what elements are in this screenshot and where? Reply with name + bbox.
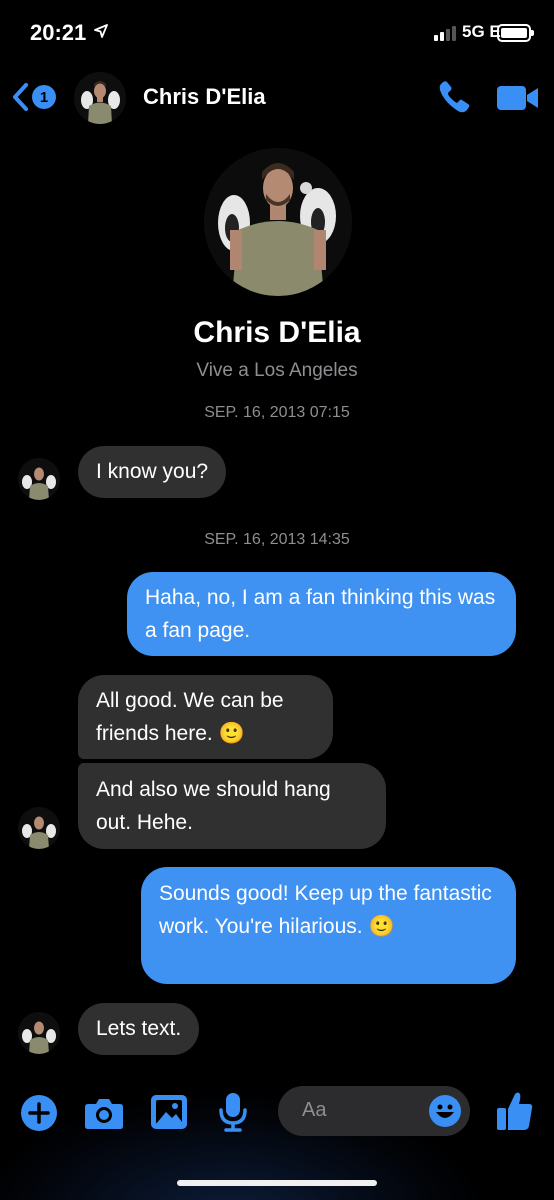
message-avatar[interactable]	[18, 807, 60, 849]
status-bar: 20:21 5G E	[0, 0, 554, 70]
plus-icon[interactable]	[20, 1094, 58, 1132]
message-avatar[interactable]	[18, 1012, 60, 1054]
incoming-message[interactable]: I know you?	[78, 446, 227, 498]
network-label: 5G E	[462, 22, 501, 41]
message-avatar[interactable]	[18, 458, 60, 500]
outgoing-message[interactable]: Sounds good! Keep up the fantastic work.…	[141, 867, 516, 984]
outgoing-message[interactable]: Haha, no, I am a fan thinking this was a…	[127, 572, 516, 656]
signal-icon	[434, 26, 456, 41]
emoji-icon[interactable]	[428, 1094, 462, 1128]
back-chevron-icon	[13, 83, 28, 111]
profile-avatar[interactable]	[204, 148, 352, 296]
incoming-message[interactable]: And also we should hang out. Hehe.	[78, 763, 386, 849]
profile-name: Chris D'Elia	[193, 316, 361, 349]
camera-icon[interactable]	[84, 1096, 124, 1130]
video-camera-icon[interactable]	[496, 84, 540, 112]
message-input[interactable]: Aa	[278, 1086, 470, 1136]
location-arrow-icon	[94, 24, 108, 38]
contact-name[interactable]: Chris D'Elia	[143, 84, 266, 110]
phone-icon[interactable]	[434, 78, 474, 118]
profile-photo	[204, 148, 352, 296]
chat-header: 1 Chris D'Elia	[0, 70, 554, 126]
avatar-photo	[74, 72, 126, 124]
status-time: 20:21	[30, 20, 87, 45]
incoming-message[interactable]: Lets text.	[78, 1003, 200, 1055]
incoming-message[interactable]: All good. We can be friends here. 🙂	[78, 675, 333, 759]
home-indicator[interactable]	[177, 1180, 377, 1186]
thumbs-up-icon[interactable]	[496, 1090, 534, 1132]
microphone-icon[interactable]	[218, 1092, 248, 1132]
message-input-placeholder: Aa	[302, 1099, 327, 1121]
contact-avatar[interactable]	[74, 72, 126, 124]
image-icon[interactable]	[150, 1094, 188, 1130]
back-button[interactable]: 1	[12, 82, 56, 112]
unread-badge: 1	[32, 85, 56, 109]
battery-icon	[497, 24, 534, 42]
profile-location: Vive a Los Angeles	[196, 360, 358, 381]
timestamp: SEP. 16, 2013 14:35	[204, 531, 350, 548]
timestamp: SEP. 16, 2013 07:15	[204, 404, 350, 421]
message-text: All good. We can be friends here. 🙂	[96, 689, 284, 745]
